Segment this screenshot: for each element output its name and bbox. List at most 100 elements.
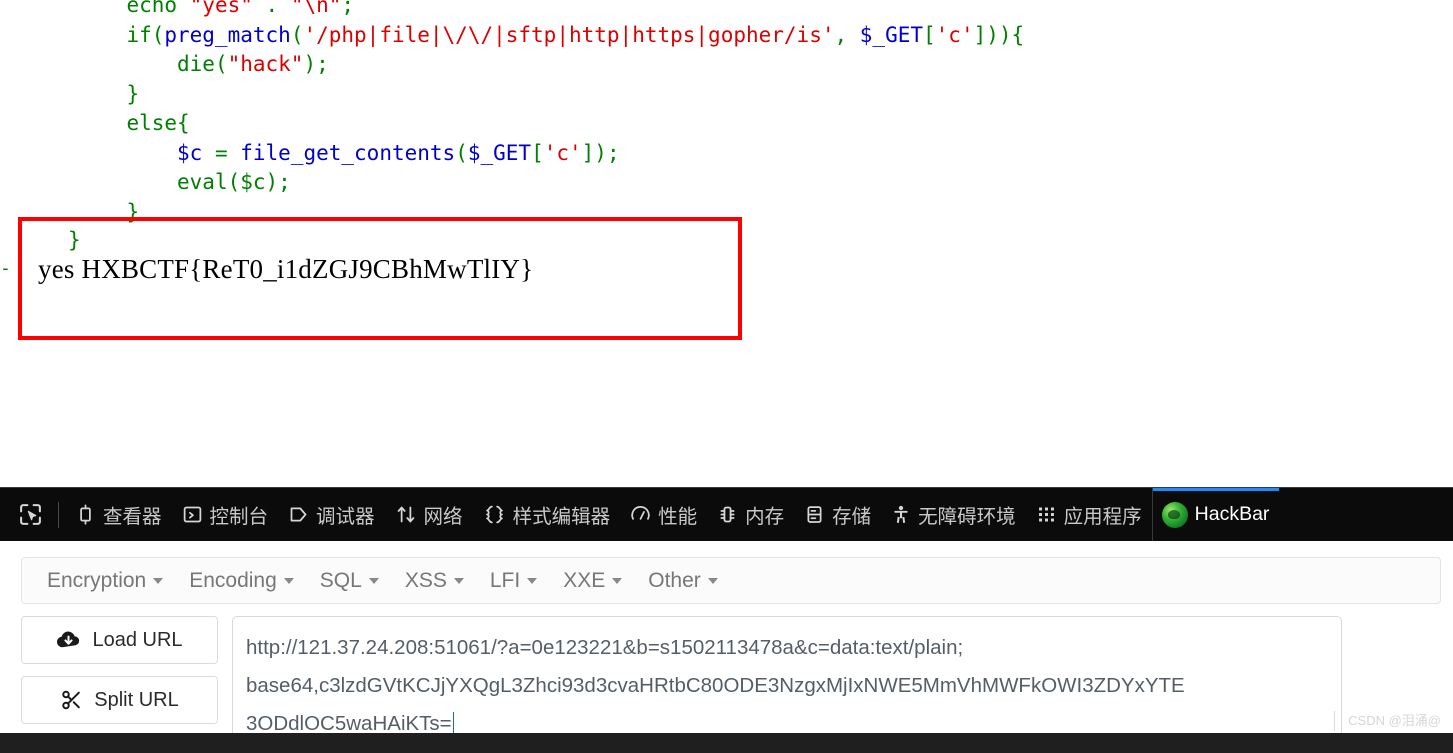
bottom-chrome-strip (0, 733, 1453, 753)
page-content-source: echo "yes" . "\n"; if(preg_match('/php|f… (0, 0, 1453, 470)
code-token: [ (923, 22, 936, 47)
text-caret (452, 712, 455, 733)
devtools-tab-storage[interactable]: 存储 (794, 488, 881, 541)
devtools-panel: 查看器 控制台 调试器 网络 样式编辑器 性能 内存 存储 无障碍环境 应用程序 HackBar E… (0, 487, 1453, 753)
code-line: else{ (0, 109, 1024, 139)
accessibility-icon (891, 504, 911, 525)
screenshot-root: echo "yes" . "\n"; if(preg_match('/php|f… (0, 0, 1453, 753)
code-line: } (0, 80, 1024, 110)
code-token: ( (290, 22, 304, 47)
devtools-tab-label: HackBar (1194, 503, 1270, 525)
code-token: $c (177, 140, 203, 165)
code-token: ); (303, 52, 329, 76)
hackbar-menu-xxe[interactable]: XXE (550, 565, 635, 597)
devtools-tab-label: 存储 (832, 506, 872, 528)
hackbar-menu-label: LFI (489, 568, 521, 592)
url-text-line: base64,c3lzdGVtKCJjYXQgL3Zhci93d3cvaHRtb… (246, 674, 1185, 697)
code-token: ( (455, 140, 468, 165)
chevron-down-icon (453, 577, 464, 584)
closing-brace-glyph: } (68, 228, 81, 252)
split-url-button[interactable]: Split URL (21, 676, 218, 724)
devtools-tab-label: 查看器 (103, 506, 162, 528)
devtools-tab-application[interactable]: 应用程序 (1026, 488, 1152, 541)
code-line: $c = file_get_contents($_GET['c']); (0, 139, 1024, 169)
hackbar-menu-xss[interactable]: XSS (392, 565, 477, 597)
code-token: 'c' (935, 22, 974, 47)
inspector-icon (75, 504, 96, 525)
code-token: eval($c); (177, 170, 291, 194)
chevron-down-icon (612, 577, 623, 584)
devtools-tab-label: 控制台 (209, 506, 269, 528)
csdn-watermark: CSDN @泪涌@ (1348, 713, 1441, 728)
chevron-down-icon (707, 577, 718, 584)
toolbar-divider (58, 501, 59, 528)
watermark-divider (1334, 711, 1335, 731)
code-token: , (834, 22, 860, 47)
load-url-button[interactable]: Load URL (21, 616, 218, 664)
code-token: 'c' (543, 140, 582, 165)
devtools-tab-hackbar-logo[interactable]: HackBar (1151, 488, 1280, 541)
code-token: } (126, 81, 140, 106)
hackbar-menu-label: Other (648, 568, 701, 592)
devtools-tab-console[interactable]: 控制台 (172, 488, 279, 541)
hackbar-menu-sql[interactable]: SQL (307, 565, 392, 597)
devtools-tab-label: 网络 (423, 506, 463, 528)
code-token: $_GET (859, 22, 923, 47)
devtools-toolbar: 查看器 控制台 调试器 网络 样式编辑器 性能 内存 存储 无障碍环境 应用程序 HackBar (0, 488, 1453, 541)
hackbar-menu-label: SQL (319, 568, 362, 592)
code-token: file_get_contents (240, 140, 456, 165)
debugger-icon (288, 504, 309, 525)
code-token: "\n" (290, 0, 342, 17)
code-token: "hack" (227, 52, 304, 76)
devtools-tab-label: 性能 (658, 506, 698, 528)
url-input-textarea[interactable]: http://121.37.24.208:51061/?a=0e123221&b… (232, 616, 1342, 748)
code-token: preg_match (164, 22, 291, 47)
devtools-tab-accessibility[interactable]: 无障碍环境 (881, 488, 1026, 541)
hackbar-logo-icon (1161, 501, 1188, 528)
devtools-tab-performance[interactable]: 性能 (620, 488, 707, 541)
code-token: ]); (581, 140, 620, 165)
hackbar-menu-other[interactable]: Other (635, 565, 731, 597)
code-line: echo "yes" . "\n"; (0, 0, 1024, 21)
url-text-line: http://121.37.24.208:51061/?a=0e123221&b… (246, 636, 964, 659)
devtools-tab-style-editor[interactable]: 样式编辑器 (473, 488, 621, 541)
style-editor-icon (483, 504, 506, 525)
code-token: "yes" (189, 0, 253, 17)
hackbar-menu-encoding[interactable]: Encoding (176, 565, 307, 597)
hackbar-menu-label: XSS (404, 568, 447, 592)
application-icon (1036, 504, 1057, 525)
hackbar-menu-encryption[interactable]: Encryption (34, 565, 176, 597)
chevron-down-icon (283, 577, 294, 584)
devtools-tab-label: 无障碍环境 (918, 506, 1016, 528)
hackbar-menu-lfi[interactable]: LFI (477, 565, 550, 597)
network-icon (395, 504, 417, 525)
storage-icon (804, 504, 825, 525)
code-token: = (202, 140, 241, 165)
load-url-label: Load URL (92, 628, 183, 651)
code-token: $_GET (467, 140, 532, 165)
code-token: . (252, 0, 291, 17)
devtools-tab-label: 内存 (745, 506, 785, 528)
php-source-code: echo "yes" . "\n"; if(preg_match('/php|f… (0, 0, 1024, 227)
code-line: die("hack"); (0, 50, 1024, 80)
left-edge-marker: - (0, 258, 11, 279)
code-token: echo (126, 0, 190, 17)
hackbar-menubar: Encryption Encoding SQL XSS LFI XXE Other (21, 557, 1441, 604)
code-token: '/php|file|\/\/|sftp|http|https|gopher/i… (303, 22, 835, 47)
performance-icon (630, 504, 651, 525)
devtools-tab-label: 应用程序 (1063, 506, 1142, 528)
devtools-tab-memory[interactable]: 内存 (707, 488, 794, 541)
devtools-tab-debugger[interactable]: 调试器 (278, 488, 385, 541)
memory-icon (717, 504, 738, 525)
devtools-tab-network[interactable]: 网络 (385, 488, 473, 541)
code-token: die( (177, 52, 228, 76)
devtools-tab-inspector[interactable]: 查看器 (65, 488, 172, 541)
hackbar-menu-label: XXE (563, 568, 606, 592)
code-token: if( (126, 22, 165, 47)
code-token: ; (341, 0, 355, 17)
element-picker-icon[interactable] (8, 495, 52, 535)
code-line: eval($c); (0, 168, 1024, 198)
hackbar-panel: Encryption Encoding SQL XSS LFI XXE Other Load… (0, 541, 1453, 753)
code-token: else{ (126, 111, 190, 135)
devtools-tab-label: 调试器 (316, 506, 375, 528)
